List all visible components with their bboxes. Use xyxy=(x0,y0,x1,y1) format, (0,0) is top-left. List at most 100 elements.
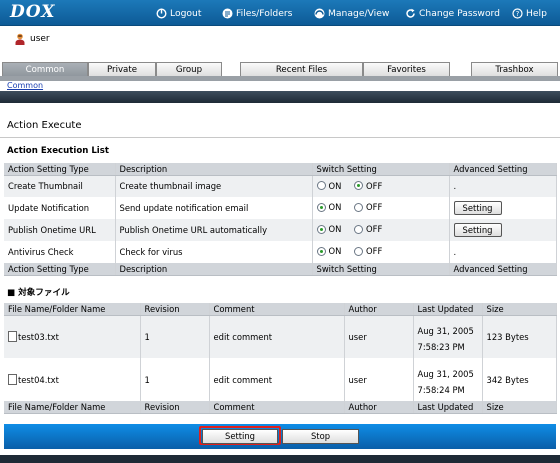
stop-button[interactable]: Stop xyxy=(282,429,359,444)
file-size: 123 Bytes xyxy=(482,315,557,358)
file-author: user xyxy=(344,315,414,358)
breadcrumb-common-link[interactable]: Common xyxy=(7,81,43,90)
current-user: user xyxy=(15,33,50,45)
tab-favorites[interactable]: Favorites xyxy=(363,62,450,77)
file-name-cell: test03.txt xyxy=(4,315,141,358)
section-divider xyxy=(0,91,560,103)
file-comment: edit comment xyxy=(209,358,345,401)
help-link[interactable]: ? Help xyxy=(512,6,547,20)
file-name: test04.txt xyxy=(18,375,59,385)
file-row: test04.txt 1 edit comment user Aug 31, 2… xyxy=(4,358,557,401)
off-label: OFF xyxy=(366,180,383,191)
column-header: File Name/Folder Name xyxy=(4,303,141,316)
switch-setting: ON OFF xyxy=(312,197,450,219)
off-label: OFF xyxy=(366,202,383,213)
file-author: user xyxy=(344,358,414,401)
column-header: Action Setting Type xyxy=(4,163,116,176)
refresh-icon xyxy=(406,8,415,18)
column-header: Advanced Setting xyxy=(449,263,557,276)
column-header: Revision xyxy=(140,401,210,414)
change-password-link[interactable]: Change Password xyxy=(405,6,500,20)
user-icon xyxy=(15,33,25,45)
on-label: ON xyxy=(328,202,342,213)
help-icon: ? xyxy=(512,7,523,19)
action-row: Publish Onetime URL Publish Onetime URL … xyxy=(4,219,557,241)
advanced-setting-button[interactable]: Setting xyxy=(453,223,502,237)
file-comment: edit comment xyxy=(209,315,345,358)
change-password-label: Change Password xyxy=(419,7,501,19)
column-header: Author xyxy=(344,303,414,316)
off-label: OFF xyxy=(366,246,383,257)
off-radio[interactable]: OFF xyxy=(354,224,382,234)
column-header: Description xyxy=(115,263,313,276)
manage-view-link[interactable]: Manage/View xyxy=(314,6,389,20)
action-type: Update Notification xyxy=(4,197,116,219)
logout-label: Logout xyxy=(170,7,202,19)
advanced-setting: . xyxy=(449,241,557,263)
switch-setting: ON OFF xyxy=(312,219,450,241)
files-folders-link[interactable]: Files/Folders xyxy=(222,6,292,20)
tab-group[interactable]: Group xyxy=(156,62,222,77)
radio-button-icon xyxy=(354,246,364,256)
advanced-setting: Setting xyxy=(449,219,557,241)
file-name-cell: test04.txt xyxy=(4,358,141,401)
tab-trashbox[interactable]: Trashbox xyxy=(471,62,558,77)
on-label: ON xyxy=(328,246,342,257)
setting-button[interactable]: Setting xyxy=(202,429,278,444)
manage-view-label: Manage/View xyxy=(328,7,390,19)
switch-setting: ON OFF xyxy=(312,175,450,197)
on-radio[interactable]: ON xyxy=(316,181,341,191)
title-rule xyxy=(0,137,560,138)
action-table: Action Setting Type Description Switch S… xyxy=(4,163,557,276)
column-header: Size xyxy=(482,401,557,414)
page-footer xyxy=(0,455,560,463)
app-logo: DOX xyxy=(10,2,56,22)
file-icon xyxy=(8,374,17,385)
tab-private[interactable]: Private xyxy=(88,62,156,77)
file-row: test03.txt 1 edit comment user Aug 31, 2… xyxy=(4,315,557,358)
tab-underline xyxy=(0,76,560,81)
column-header: Switch Setting xyxy=(312,263,450,276)
switch-setting: ON OFF xyxy=(312,241,450,263)
radio-selected-icon xyxy=(316,246,326,256)
off-radio[interactable]: OFF xyxy=(354,202,382,212)
on-radio[interactable]: ON xyxy=(316,246,342,257)
advanced-setting: . xyxy=(449,175,557,197)
action-type: Antivirus Check xyxy=(4,241,116,263)
file-name: test03.txt xyxy=(18,332,59,343)
files-table-header: File Name/Folder Name Revision Comment A… xyxy=(4,303,557,316)
tab-recent-files[interactable]: Recent Files xyxy=(240,62,363,77)
column-header: Description xyxy=(115,163,313,176)
action-description: Publish Onetime URL automatically xyxy=(115,219,313,241)
on-radio[interactable]: ON xyxy=(316,224,342,235)
on-radio[interactable]: ON xyxy=(316,202,342,213)
off-radio[interactable]: OFF xyxy=(354,181,382,191)
user-name: user xyxy=(30,34,50,44)
file-time: 7:58:23 PM xyxy=(417,342,465,353)
help-label: Help xyxy=(526,7,547,19)
on-label: ON xyxy=(328,224,342,235)
column-header: Comment xyxy=(209,303,345,316)
advanced-setting: Setting xyxy=(449,197,557,219)
action-description: Create thumbnail image xyxy=(115,175,313,197)
tab-common[interactable]: Common xyxy=(2,62,88,77)
svg-text:?: ? xyxy=(516,10,520,18)
column-header: Size xyxy=(482,303,557,316)
files-icon xyxy=(222,8,233,18)
radio-button-icon xyxy=(316,181,326,190)
files-table-footer: File Name/Folder Name Revision Comment A… xyxy=(4,401,557,414)
action-table-footer: Action Setting Type Description Switch S… xyxy=(4,263,557,276)
column-header: Comment xyxy=(209,401,345,414)
page-title: Action Execute xyxy=(7,120,82,131)
action-description: Check for virus xyxy=(115,241,313,263)
logout-link[interactable]: Logout xyxy=(156,6,201,20)
file-icon xyxy=(8,331,17,343)
action-row: Update Notification Send update notifica… xyxy=(4,197,557,219)
file-last-updated: Aug 31, 2005 7:58:23 PM xyxy=(413,315,483,358)
off-radio[interactable]: OFF xyxy=(354,246,382,256)
action-row: Antivirus Check Check for virus ON OFF . xyxy=(4,241,557,263)
column-header: Author xyxy=(344,401,414,414)
advanced-setting-button[interactable]: Setting xyxy=(453,201,502,215)
radio-button-icon xyxy=(354,202,364,212)
column-header: Last Updated xyxy=(413,401,483,414)
